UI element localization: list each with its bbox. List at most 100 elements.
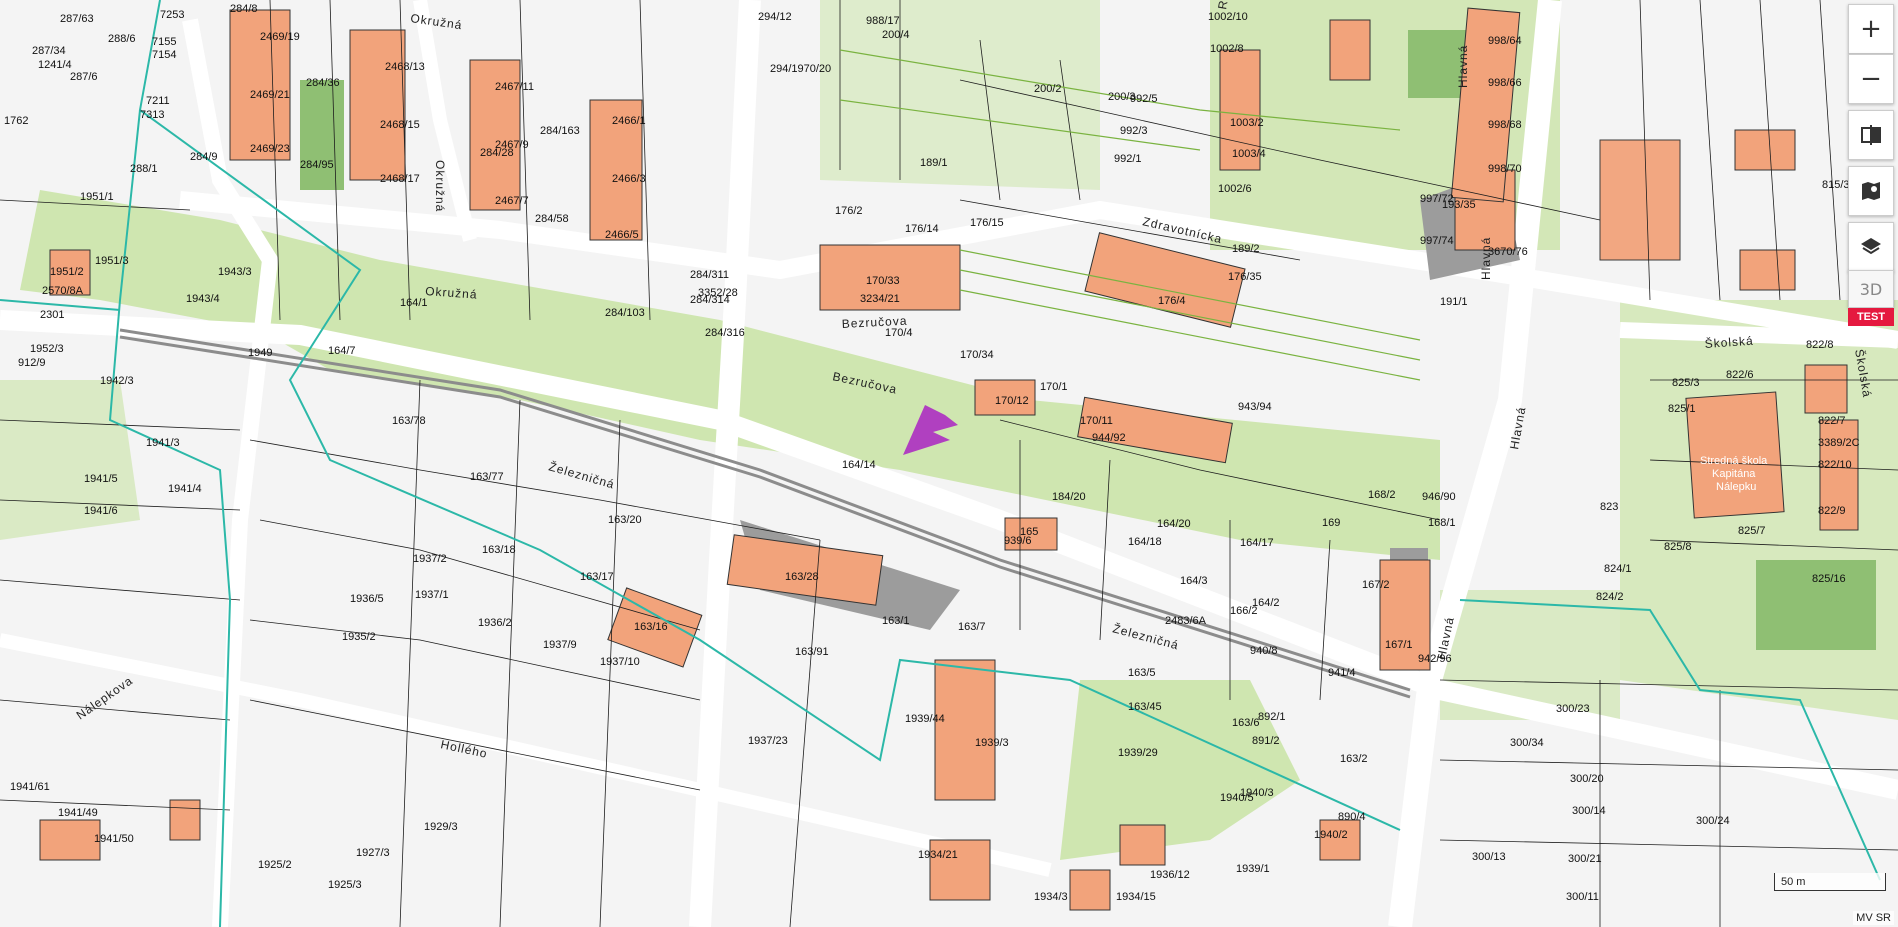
parcel-label: 300/34 [1510,737,1544,749]
parcel-label: 170/33 [866,275,900,287]
parcel-label: 169 [1322,517,1340,529]
compare-view-button[interactable] [1848,110,1894,160]
poi-label-line1: Stredná škola [1700,455,1768,467]
parcel-label: 1951/1 [80,191,114,203]
parcel-label: 2468/17 [380,173,420,185]
parcel-label: 2469/19 [260,31,300,43]
parcel-label: 163/18 [482,544,516,556]
parcel-label: 1937/9 [543,639,577,651]
parcel-label: 2466/1 [612,115,646,127]
parcel-label: 2466/3 [612,173,646,185]
parcel-label: 939/6 [1004,535,1032,547]
parcel-label: 1940/3 [1240,787,1274,799]
parcel-label: 164/1 [400,297,428,309]
parcel-label: 163/77 [470,471,504,483]
parcel-label: 822/8 [1806,339,1834,351]
parcel-label: 284/103 [605,307,645,319]
parcel-label: 1940/2 [1314,829,1348,841]
parcel-label: 163/16 [634,621,668,633]
parcel-label: 1002/6 [1218,183,1252,195]
parcel-label: 1002/8 [1210,43,1244,55]
map-search-button[interactable] [1848,166,1894,216]
parcel-label: 2469/21 [250,89,290,101]
parcel-label: 163/45 [1128,701,1162,713]
parcel-label: 1925/2 [258,859,292,871]
parcel-label: 822/9 [1818,505,1846,517]
parcel-label: 284/8 [230,3,258,15]
parcel-label: 1003/2 [1230,117,1264,129]
parcel-label: 294/1970/20 [770,63,831,75]
parcel-label: 163/1 [882,615,910,627]
parcel-label: 284/316 [705,327,745,339]
parcel-label: 1952/3 [30,343,64,355]
parcel-label: 163/5 [1128,667,1156,679]
parcel-label: 176/15 [970,217,1004,229]
parcel-label: 294/12 [758,11,792,23]
layers-button[interactable] [1848,222,1894,272]
parcel-label: 988/17 [866,15,900,27]
zoom-in-button[interactable]: + [1848,4,1894,54]
parcel-label: 1936/5 [350,593,384,605]
poi-label-line3: Nálepku [1716,481,1756,493]
parcel-label: 288/1 [130,163,158,175]
parcel-label: 170/4 [885,327,913,339]
parcel-label: 163/78 [392,415,426,427]
parcel-label: 1939/3 [975,737,1009,749]
parcel-label: 167/1 [1385,639,1413,651]
parcel-label: 822/10 [1818,459,1852,471]
parcel-label: 300/23 [1556,703,1590,715]
parcel-label: 2469/23 [250,143,290,155]
parcel-label: 164/2 [1252,597,1280,609]
parcel-label: 300/24 [1696,815,1730,827]
parcel-label: 998/68 [1488,119,1522,131]
parcel-label: 7154 [152,49,176,61]
parcel-label: 825/16 [1812,573,1846,585]
parcel-label: 170/11 [1080,415,1113,427]
parcel-label: 1936/2 [478,617,512,629]
parcel-label: 824/1 [1604,563,1632,575]
parcel-label: 164/3 [1180,575,1208,587]
parcel-label: 168/1 [1428,517,1456,529]
parcel-label: 189/2 [1232,243,1260,255]
parcel-label: 164/17 [1240,537,1274,549]
zoom-out-button[interactable]: − [1848,54,1894,104]
parcel-label: 825/3 [1672,377,1700,389]
parcel-label: 1934/21 [918,849,958,861]
parcel-label: 1937/1 [415,589,449,601]
parcel-label: 284/9 [190,151,218,163]
parcel-label: 170/1 [1040,381,1068,393]
parcel-label: 1942/3 [100,375,134,387]
parcel-label: 3670/76 [1488,246,1528,258]
parcel-label: 284/95 [300,159,334,171]
parcel-label: 1939/1 [1236,863,1270,875]
parcel-label: 1937/23 [748,735,788,747]
parcel-label: 822/6 [1726,369,1754,381]
parcel-label: 1939/44 [905,713,945,725]
test-badge: TEST [1848,308,1894,326]
parcel-label: 176/4 [1158,295,1186,307]
cadastral-map[interactable]: Železničná Železničná Bezručova Bezručov… [0,0,1898,927]
parcel-label: 890/4 [1338,811,1366,823]
parcel-label: 1762 [4,115,28,127]
parcel-label: 992/1 [1114,153,1142,165]
parcel-label: 1943/4 [186,293,220,305]
parcel-label: 1937/2 [413,553,447,565]
parcel-label: 164/20 [1157,518,1191,530]
split-view-icon [1861,125,1881,145]
parcel-label: 2468/15 [380,119,420,131]
parcel-label: 944/92 [1092,432,1126,444]
parcel-label: 200/2 [1034,83,1062,95]
parcel-label: 191/1 [1440,296,1468,308]
parcel-label: 1939/29 [1118,747,1158,759]
attribution: MV SR [1853,911,1894,925]
parcel-label: 1941/49 [58,807,98,819]
parcel-label: 1949 [248,347,272,359]
parcel-label: 287/6 [70,71,98,83]
parcel-label: 998/70 [1488,163,1522,175]
parcel-label: 824/2 [1596,591,1624,603]
street-label: Okružná [433,160,447,212]
3d-toggle-button[interactable]: 3D [1848,270,1894,308]
layers-icon [1861,238,1881,255]
parcel-label: 168/2 [1368,489,1396,501]
parcel-label: 200/4 [882,29,910,41]
